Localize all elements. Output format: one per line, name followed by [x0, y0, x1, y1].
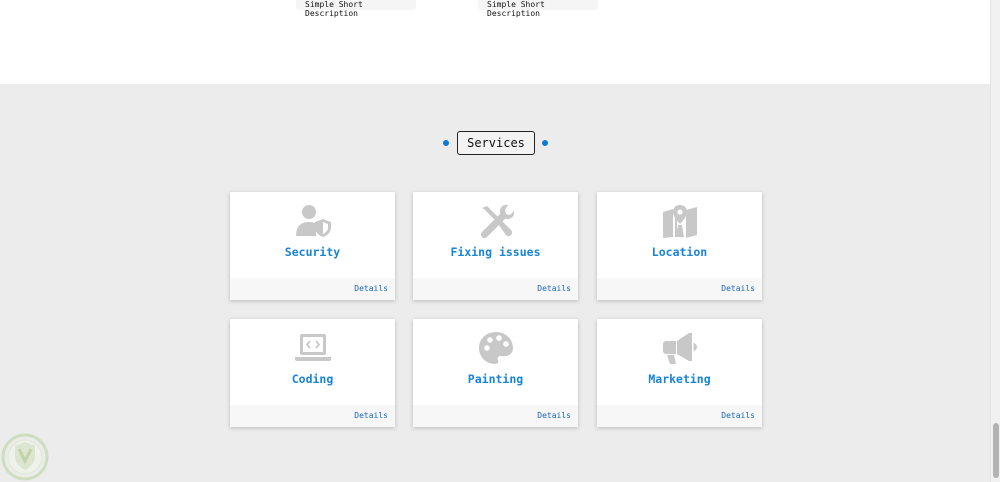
- service-card-fixing-issues: Fixing issues Details: [413, 192, 578, 300]
- user-shield-icon: [230, 204, 395, 238]
- card-footer: Details: [413, 278, 578, 300]
- service-title: Location: [651, 245, 708, 259]
- details-link[interactable]: Details: [721, 411, 755, 420]
- page-scrollbar[interactable]: [990, 0, 1000, 482]
- snippet-description-1: Simple Short Description: [305, 0, 363, 18]
- services-header: Services: [0, 131, 990, 155]
- shield-logo-icon: [0, 432, 50, 482]
- laptop-code-icon: [230, 331, 395, 365]
- scrollbar-thumb[interactable]: [993, 423, 999, 478]
- card-footer: Details: [597, 278, 762, 300]
- details-link[interactable]: Details: [354, 411, 388, 420]
- previous-section: Simple Short Description Simple Short De…: [0, 0, 990, 84]
- card-footer: Details: [230, 278, 395, 300]
- service-card-coding: Coding Details: [230, 319, 395, 427]
- card-footer: Details: [230, 405, 395, 427]
- service-title: Coding: [291, 372, 334, 386]
- details-link[interactable]: Details: [721, 284, 755, 293]
- service-card-security: Security Details: [230, 192, 395, 300]
- details-link[interactable]: Details: [537, 411, 571, 420]
- service-title: Marketing: [648, 372, 711, 386]
- map-location-icon: [597, 204, 762, 238]
- card-footer: Details: [413, 405, 578, 427]
- details-link[interactable]: Details: [354, 284, 388, 293]
- tools-icon: [413, 204, 578, 238]
- service-title: Security: [284, 245, 341, 259]
- snippet-description-2: Simple Short Description: [487, 0, 545, 18]
- service-card-marketing: Marketing Details: [597, 319, 762, 427]
- section-title: Services: [457, 131, 535, 155]
- palette-icon: [413, 331, 578, 365]
- title-left-dot: [443, 140, 449, 146]
- details-link[interactable]: Details: [537, 284, 571, 293]
- title-right-dot: [542, 140, 548, 146]
- service-card-painting: Painting Details: [413, 319, 578, 427]
- card-footer: Details: [597, 405, 762, 427]
- service-card-location: Location Details: [597, 192, 762, 300]
- service-title: Fixing issues: [450, 245, 541, 259]
- megaphone-icon: [597, 331, 762, 365]
- service-title: Painting: [467, 372, 524, 386]
